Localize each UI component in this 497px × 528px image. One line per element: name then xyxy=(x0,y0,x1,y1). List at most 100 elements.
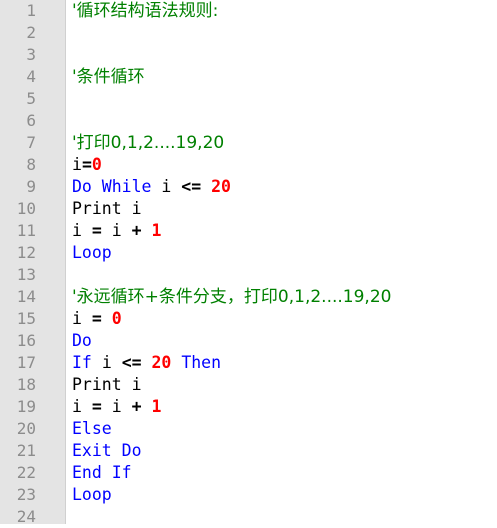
token-ws xyxy=(171,177,181,196)
code-line[interactable]: 17 If i <= 20 Then xyxy=(0,352,497,374)
token-ws xyxy=(122,397,132,416)
line-number: 10 xyxy=(16,199,36,218)
line-number: 8 xyxy=(26,155,36,174)
token-ident: Print i xyxy=(72,375,142,394)
token-ws xyxy=(142,397,152,416)
token-op: <= xyxy=(121,353,142,372)
line-number: 1 xyxy=(26,1,36,20)
code-line[interactable]: 12 Loop xyxy=(0,242,497,264)
line-number: 5 xyxy=(26,89,36,108)
code-line[interactable]: 23 Loop xyxy=(0,484,497,506)
line-number: 9 xyxy=(26,177,36,196)
token-number: 20 xyxy=(151,353,172,372)
line-code: '永远循环+条件分支，打印0,1,2....19,20 xyxy=(72,286,391,308)
token-ws xyxy=(142,353,152,372)
token-comment: '打印0,1,2....19,20 xyxy=(72,133,225,153)
line-code: Do xyxy=(72,330,92,352)
token-ws xyxy=(112,353,122,372)
code-line[interactable]: 2 xyxy=(0,22,497,44)
token-number: 0 xyxy=(111,309,122,328)
line-number: 21 xyxy=(16,441,36,460)
token-ws xyxy=(92,353,102,372)
token-keyword: Exit Do xyxy=(72,441,142,460)
line-number: 18 xyxy=(16,375,36,394)
code-line[interactable]: 3 xyxy=(0,44,497,66)
token-keyword: Loop xyxy=(72,485,112,504)
token-ident: i xyxy=(72,397,82,416)
token-comment: '条件循环 xyxy=(72,67,145,87)
token-op: = xyxy=(91,397,102,416)
code-line[interactable]: 9 Do While i <= 20 xyxy=(0,176,497,198)
code-line[interactable]: 7 '打印0,1,2....19,20 xyxy=(0,132,497,154)
line-number: 2 xyxy=(26,23,36,42)
line-code: Loop xyxy=(72,242,112,264)
token-ws xyxy=(102,309,112,328)
token-ws xyxy=(151,177,161,196)
line-number: 17 xyxy=(16,353,36,372)
token-ident: i xyxy=(101,353,112,372)
code-line[interactable]: 18 Print i xyxy=(0,374,497,396)
code-editor[interactable]: 1 '循环结构语法规则: 2 3 4 '条件循环 5 6 7 '打印0,1,2....19,20 8… xyxy=(0,0,497,526)
line-code: If i <= 20 Then xyxy=(72,352,221,374)
code-line[interactable]: 1 '循环结构语法规则: xyxy=(0,0,497,22)
token-ws xyxy=(201,177,211,196)
token-keyword: Do xyxy=(72,331,92,350)
line-number: 16 xyxy=(16,331,36,350)
line-code: '打印0,1,2....19,20 xyxy=(72,132,224,154)
code-line[interactable]: 22 End If xyxy=(0,462,497,484)
line-code: Print i xyxy=(72,198,142,220)
token-keyword: Do While xyxy=(72,177,152,196)
code-line[interactable]: 4 '条件循环 xyxy=(0,66,497,88)
token-number: 20 xyxy=(211,177,231,196)
line-code: '循环结构语法规则: xyxy=(72,0,218,22)
token-keyword: Else xyxy=(72,419,112,438)
token-ws xyxy=(122,221,132,240)
token-ws xyxy=(82,309,92,328)
line-code: i = i + 1 xyxy=(72,220,161,242)
code-line[interactable]: 16 Do xyxy=(0,330,497,352)
token-op: = xyxy=(91,309,102,328)
line-code: '条件循环 xyxy=(72,66,145,88)
code-line[interactable]: 6 xyxy=(0,110,497,132)
token-ws xyxy=(82,397,92,416)
line-number: 12 xyxy=(16,243,36,262)
code-line[interactable]: 8 i=0 xyxy=(0,154,497,176)
line-number: 24 xyxy=(16,507,36,526)
code-line[interactable]: 19 i = i + 1 xyxy=(0,396,497,418)
code-line[interactable]: 5 xyxy=(0,88,497,110)
token-keyword: End If xyxy=(72,463,132,482)
line-number: 14 xyxy=(16,287,36,306)
token-op: + xyxy=(131,221,142,240)
code-line[interactable]: 11 i = i + 1 xyxy=(0,220,497,242)
line-code: i = i + 1 xyxy=(72,396,161,418)
line-code: i = 0 xyxy=(72,308,122,330)
code-line[interactable]: 13 xyxy=(0,264,497,286)
line-number: 22 xyxy=(16,463,36,482)
token-comment: '永远循环+条件分支，打印0,1,2....19,20 xyxy=(72,287,392,307)
token-ident: i xyxy=(72,155,82,174)
code-line[interactable]: 14 '永远循环+条件分支，打印0,1,2....19,20 xyxy=(0,286,497,308)
token-comment: '循环结构语法规则: xyxy=(72,1,219,21)
line-number: 4 xyxy=(26,67,36,86)
token-op: = xyxy=(91,221,102,240)
code-line[interactable]: 20 Else xyxy=(0,418,497,440)
line-code: Print i xyxy=(72,374,142,396)
code-line[interactable]: 10 Print i xyxy=(0,198,497,220)
token-ws xyxy=(171,353,181,372)
line-number: 13 xyxy=(16,265,36,284)
code-line[interactable]: 15 i = 0 xyxy=(0,308,497,330)
token-ws xyxy=(142,221,152,240)
line-number: 15 xyxy=(16,309,36,328)
code-line[interactable]: 21 Exit Do xyxy=(0,440,497,462)
token-ws xyxy=(82,221,92,240)
line-number: 11 xyxy=(16,221,36,240)
token-keyword: Loop xyxy=(72,243,112,262)
code-line[interactable]: 24 xyxy=(0,506,497,528)
token-op: = xyxy=(81,155,92,174)
line-number: 7 xyxy=(26,133,36,152)
line-number: 20 xyxy=(16,419,36,438)
line-code: End If xyxy=(72,462,132,484)
line-code: Exit Do xyxy=(72,440,142,462)
token-ident: i xyxy=(111,397,122,416)
token-ident: Print i xyxy=(72,199,142,218)
